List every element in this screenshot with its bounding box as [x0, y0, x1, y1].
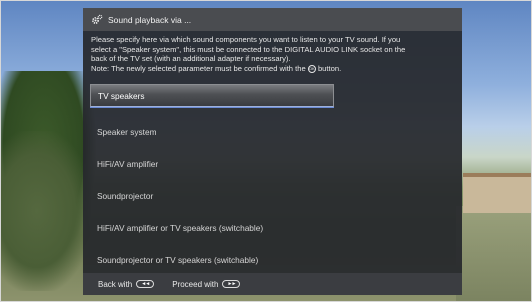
menu-item-label: HiFi/AV amplifier [97, 159, 159, 169]
proceed-hint[interactable]: Proceed with ►► [172, 279, 241, 289]
description-line: select a "Speaker system", this must be … [91, 44, 406, 54]
dialog-footer: Back with ◄◄ Proceed with ►► [83, 273, 462, 295]
description-note: Note: The newly selected parameter must … [91, 64, 457, 74]
back-hint[interactable]: Back with ◄◄ [98, 279, 155, 289]
gear-icon [91, 14, 103, 26]
menu-item-label: TV speakers [98, 90, 145, 101]
menu-item-label: HiFi/AV amplifier or TV speakers (switch… [97, 223, 264, 233]
menu-item-label: Soundprojector or TV speakers (switchabl… [97, 255, 259, 265]
sound-playback-dialog: Sound playback via ... Please specify he… [83, 8, 462, 295]
dialog-description: Please specify here via which sound comp… [91, 35, 457, 73]
background-house [463, 173, 531, 213]
description-line: back of the TV set (with an additional a… [91, 54, 291, 64]
ok-button-icon: OK [307, 64, 316, 73]
note-text: Note: The newly selected parameter must … [91, 63, 306, 73]
menu-item-speaker-system[interactable]: Speaker system [90, 116, 334, 148]
note-text-end: button. [317, 63, 342, 73]
menu-item-label: Soundprojector [97, 191, 154, 201]
menu-item-soundprojector-or-tv-speakers[interactable]: Soundprojector or TV speakers (switchabl… [90, 244, 334, 276]
menu-item-soundprojector[interactable]: Soundprojector [90, 180, 334, 212]
menu-item-tv-speakers[interactable]: TV speakers [90, 84, 334, 107]
menu-item-hifi-av-amplifier[interactable]: HiFi/AV amplifier [90, 148, 334, 180]
dialog-title-bar: Sound playback via ... [83, 8, 462, 31]
background-bush [1, 131, 91, 291]
dialog-title: Sound playback via ... [108, 14, 192, 25]
back-label: Back with [98, 279, 133, 289]
tv-screen: Sound playback via ... Please specify he… [0, 0, 532, 302]
sound-output-menu: TV speakers Speaker system HiFi/AV ampli… [90, 84, 334, 276]
menu-item-hifi-or-tv-speakers[interactable]: HiFi/AV amplifier or TV speakers (switch… [90, 212, 334, 244]
menu-item-label: Speaker system [97, 127, 157, 137]
rewind-button-icon: ◄◄ [136, 280, 155, 288]
proceed-label: Proceed with [172, 279, 219, 289]
description-line: Please specify here via which sound comp… [91, 35, 401, 44]
fast-forward-button-icon: ►► [222, 280, 241, 288]
background-field [456, 206, 531, 301]
